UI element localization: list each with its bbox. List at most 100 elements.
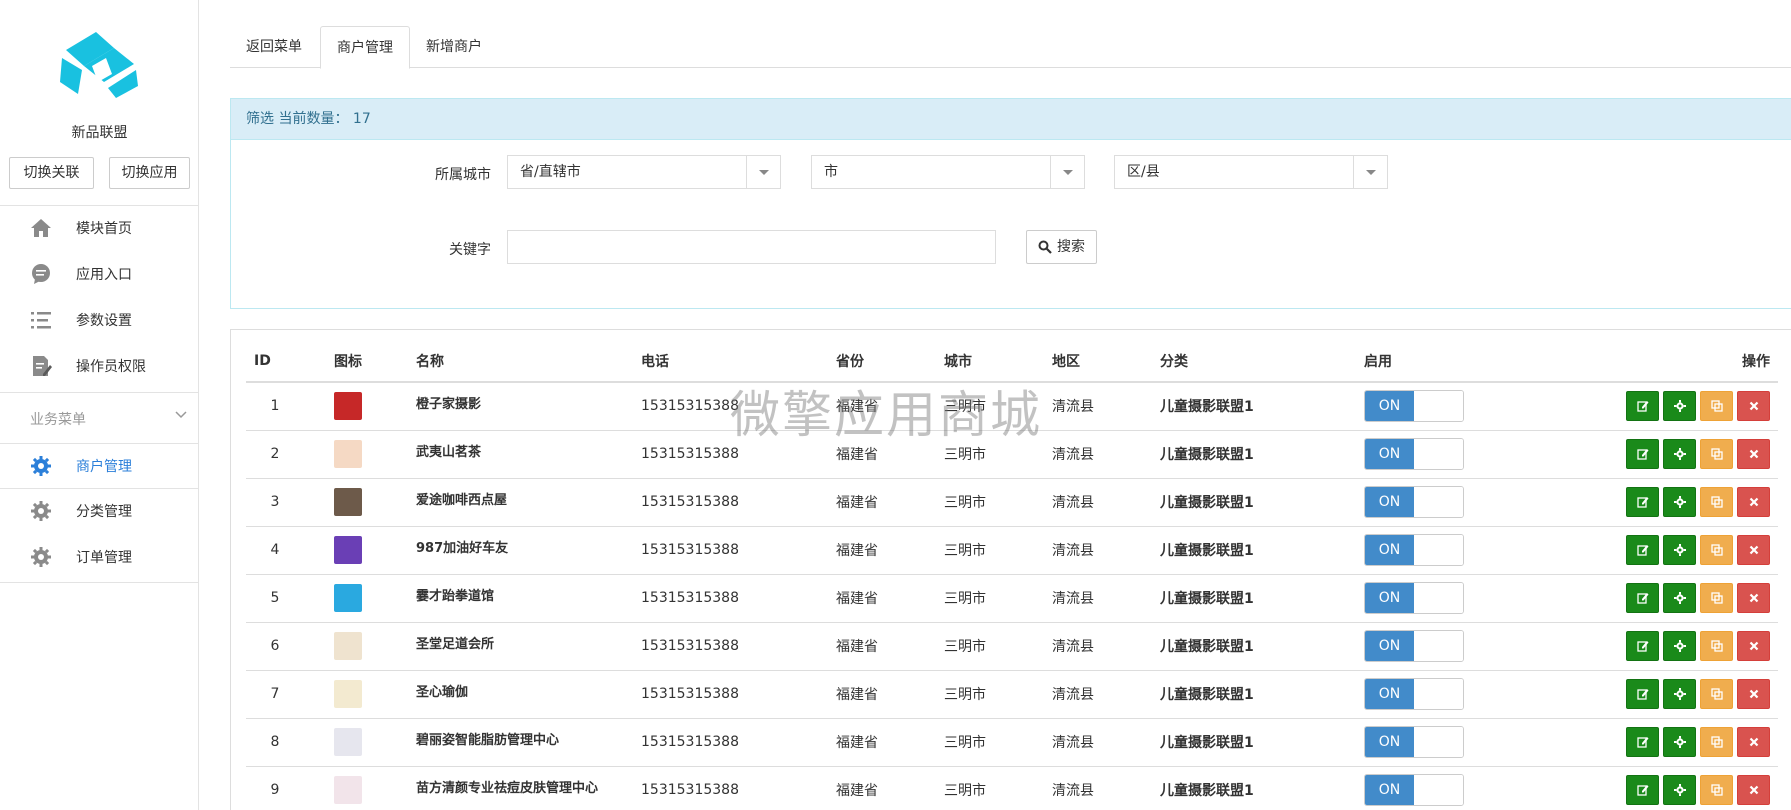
keyword-input[interactable] [507, 230, 996, 264]
tab-back-to-menu[interactable]: 返回菜单 [230, 26, 318, 68]
status-cell: ON [1356, 526, 1486, 575]
merchant-district: 清流县 [1044, 718, 1152, 767]
switch-app-button[interactable]: 切换应用 [109, 157, 190, 189]
district-select[interactable]: 区/县 [1114, 155, 1388, 189]
toggle-on-label: ON [1365, 487, 1414, 517]
merchant-id: 5 [246, 574, 326, 623]
sidebar-item-app-entry[interactable]: 应用入口 [0, 253, 199, 293]
sidebar-item-categories[interactable]: 分类管理 [0, 490, 199, 530]
province-select[interactable]: 省/直辖市 [507, 155, 781, 189]
copy-button[interactable] [1700, 535, 1733, 565]
edit-icon [1636, 640, 1649, 652]
enable-toggle[interactable]: ON [1364, 486, 1464, 518]
edit-button[interactable] [1626, 391, 1659, 422]
merchant-thumbnail [334, 440, 362, 468]
delete-button[interactable] [1737, 775, 1770, 805]
sidebar-item-label: 操作员权限 [76, 359, 146, 375]
tab-merchant-management[interactable]: 商户管理 [320, 26, 410, 69]
tab-add-merchant[interactable]: 新增商户 [410, 26, 498, 68]
merchant-phone: 15315315388 [633, 526, 828, 575]
edit-button[interactable] [1626, 775, 1659, 805]
edit-button[interactable] [1626, 631, 1659, 661]
sidebar-item-home[interactable]: 模块首页 [0, 207, 199, 247]
copy-button[interactable] [1700, 487, 1733, 517]
toggle-on-label: ON [1365, 583, 1414, 613]
gear-icon [1673, 640, 1686, 652]
city-label: 所属城市 [435, 167, 491, 183]
close-icon [1748, 592, 1760, 604]
toggle-off-side [1414, 439, 1463, 469]
edit-button[interactable] [1626, 487, 1659, 517]
actions-cell [1486, 718, 1778, 767]
settings-button[interactable] [1663, 391, 1696, 422]
table-row: 9 苗方清颜专业祛痘皮肤管理中心 15315315388 福建省 三明市 清流县 儿童摄影联… [246, 766, 1778, 810]
enable-toggle[interactable]: ON [1364, 390, 1464, 423]
province-select-value: 省/直辖市 [520, 164, 581, 180]
delete-button[interactable] [1737, 439, 1770, 469]
settings-button[interactable] [1663, 631, 1696, 661]
chevron-down-icon[interactable] [174, 408, 188, 422]
sidebar-item-params[interactable]: 参数设置 [0, 299, 199, 339]
edit-button[interactable] [1626, 727, 1659, 757]
settings-button[interactable] [1663, 727, 1696, 757]
delete-button[interactable] [1737, 583, 1770, 613]
merchant-id: 4 [246, 526, 326, 575]
close-icon [1748, 400, 1760, 412]
copy-button[interactable] [1700, 631, 1733, 661]
sidebar-item-merchants[interactable]: 商户管理 [0, 445, 199, 485]
merchant-thumbnail [334, 632, 362, 660]
delete-button[interactable] [1737, 727, 1770, 757]
delete-button[interactable] [1737, 631, 1770, 661]
copy-button[interactable] [1700, 679, 1733, 709]
copy-button[interactable] [1700, 727, 1733, 757]
merchant-district: 清流县 [1044, 574, 1152, 623]
enable-toggle[interactable]: ON [1364, 630, 1464, 662]
copy-button[interactable] [1700, 439, 1733, 469]
copy-button[interactable] [1700, 775, 1733, 805]
search-button[interactable]: 搜索 [1026, 230, 1097, 264]
action-buttons [1494, 631, 1770, 661]
merchant-province: 福建省 [828, 382, 936, 431]
enable-toggle[interactable]: ON [1364, 726, 1464, 758]
enable-toggle[interactable]: ON [1364, 438, 1464, 470]
delete-button[interactable] [1737, 391, 1770, 422]
close-icon [1748, 640, 1760, 652]
merchant-category: 儿童摄影联盟1 [1152, 430, 1356, 479]
settings-button[interactable] [1663, 487, 1696, 517]
settings-button[interactable] [1663, 775, 1696, 805]
switch-union-button[interactable]: 切换关联 [9, 157, 94, 189]
table-row: 4 987加油好车友 15315315388 福建省 三明市 清流县 儿童摄影联盟1 ON [246, 526, 1778, 575]
enable-toggle[interactable]: ON [1364, 774, 1464, 806]
toggle-off-side [1414, 583, 1463, 613]
home-icon [31, 219, 51, 237]
toggle-on-label: ON [1365, 679, 1414, 709]
column-header: 名称 [408, 340, 633, 383]
settings-button[interactable] [1663, 439, 1696, 469]
sidebar-item-operator-permissions[interactable]: 操作员权限 [0, 345, 199, 385]
copy-button[interactable] [1700, 583, 1733, 613]
edit-button[interactable] [1626, 583, 1659, 613]
sidebar-item-orders[interactable]: 订单管理 [0, 536, 199, 576]
edit-button[interactable] [1626, 439, 1659, 469]
actions-cell [1486, 382, 1778, 431]
merchant-id: 2 [246, 430, 326, 479]
delete-button[interactable] [1737, 535, 1770, 565]
merchant-district: 清流县 [1044, 526, 1152, 575]
delete-button[interactable] [1737, 487, 1770, 517]
merchant-table-panel: ID 图标 名称 电话 省份 城市 地区 分类 启用 操作 1 橙子家摄影 1531… [230, 329, 1791, 810]
copy-button[interactable] [1700, 391, 1733, 422]
filter-title: 筛选 当前数量： [246, 111, 349, 127]
enable-toggle[interactable]: ON [1364, 582, 1464, 614]
delete-button[interactable] [1737, 679, 1770, 709]
edit-button[interactable] [1626, 679, 1659, 709]
settings-button[interactable] [1663, 535, 1696, 565]
settings-button[interactable] [1663, 679, 1696, 709]
enable-toggle[interactable]: ON [1364, 678, 1464, 710]
enable-toggle[interactable]: ON [1364, 534, 1464, 566]
city-select[interactable]: 市 [811, 155, 1085, 189]
settings-button[interactable] [1663, 583, 1696, 613]
edit-icon [1636, 688, 1649, 700]
edit-button[interactable] [1626, 535, 1659, 565]
gear-icon [1673, 592, 1686, 604]
edit-icon [1636, 496, 1649, 508]
